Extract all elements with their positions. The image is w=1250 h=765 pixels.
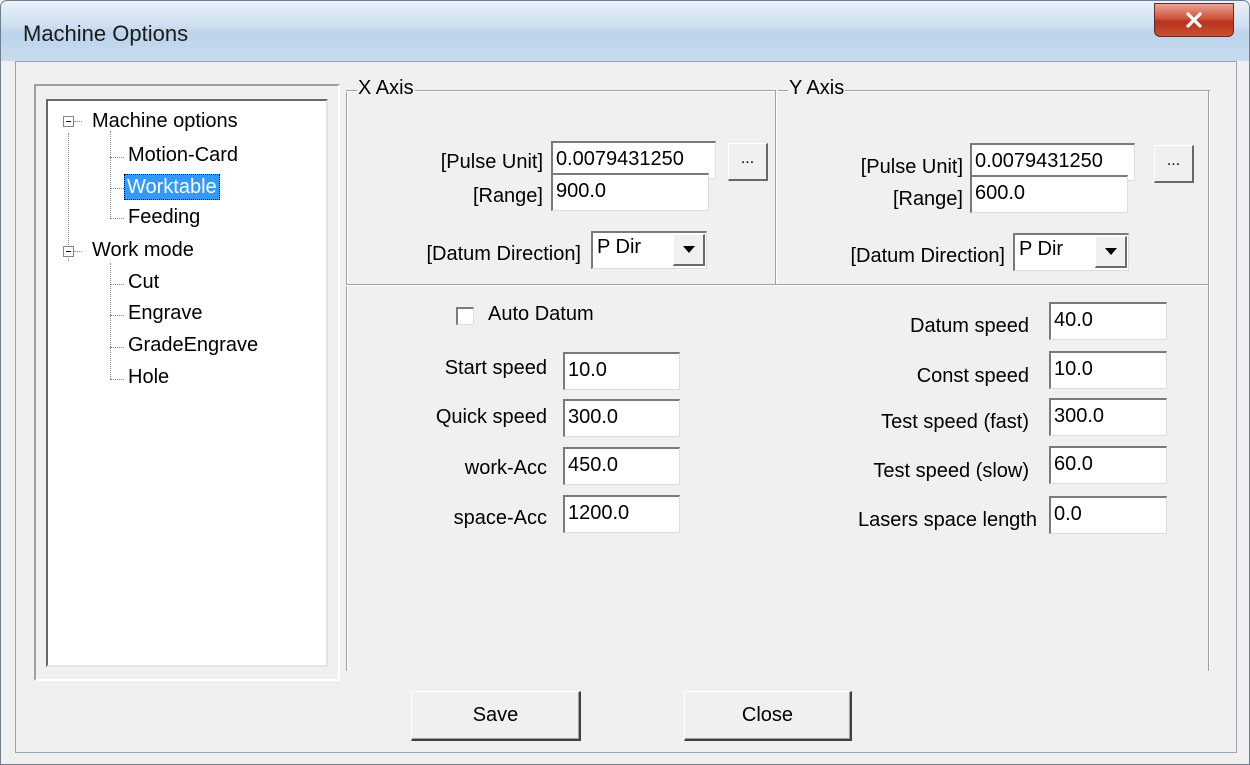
tree-node-machine-options[interactable]: Machine options — [92, 108, 238, 134]
tree-connector — [110, 218, 124, 219]
window-title: Machine Options — [23, 21, 189, 46]
space-acc-input[interactable]: 1200.0 — [563, 495, 680, 533]
auto-datum-checkbox[interactable] — [456, 307, 474, 325]
tree-node-work-mode[interactable]: Work mode — [92, 237, 194, 263]
tree-node-worktable[interactable]: Worktable — [124, 174, 220, 200]
machine-options-window: Machine Options Machine options Motion-C… — [0, 0, 1250, 765]
window-close-button[interactable] — [1154, 3, 1234, 37]
tree-connector — [110, 157, 124, 158]
tree-connector — [68, 133, 69, 261]
tree-node-cut[interactable]: Cut — [128, 269, 159, 295]
x-datum-direction-label: [Datum Direction] — [426, 243, 582, 265]
y-axis-group-title: Y Axis — [788, 77, 846, 100]
lasers-space-length-input[interactable]: 0.0 — [1049, 496, 1167, 534]
x-range-input[interactable]: 900.0 — [551, 173, 709, 211]
tree-connector — [74, 121, 82, 122]
y-pulse-unit-label: [Pulse Unit] — [860, 156, 963, 178]
y-datum-direction-value: P Dir — [1019, 238, 1064, 260]
start-speed-label: Start speed — [444, 357, 547, 379]
datum-speed-input[interactable]: 40.0 — [1049, 302, 1167, 340]
group-border — [346, 91, 348, 671]
save-button[interactable]: Save — [411, 691, 581, 741]
x-pulse-unit-browse-button[interactable]: ... — [728, 143, 768, 181]
lasers-space-length-label: Lasers space length — [857, 509, 1037, 531]
y-pulse-unit-browse-button[interactable]: ... — [1154, 145, 1194, 183]
close-icon — [1155, 4, 1233, 36]
tree-node-gradeengrave[interactable]: GradeEngrave — [128, 332, 258, 358]
options-tree[interactable]: Machine options Motion-Card Worktable Fe… — [46, 99, 328, 667]
close-button[interactable]: Close — [684, 691, 852, 741]
title-bar[interactable]: Machine Options — [1, 1, 1249, 61]
tree-connector — [110, 284, 124, 285]
chevron-down-icon[interactable] — [1095, 236, 1127, 268]
quick-speed-input[interactable]: 300.0 — [563, 399, 680, 437]
test-speed-fast-label: Test speed (fast) — [881, 411, 1029, 433]
work-acc-input[interactable]: 450.0 — [563, 447, 680, 485]
x-pulse-unit-label: [Pulse Unit] — [440, 151, 543, 173]
tree-node-hole[interactable]: Hole — [128, 364, 169, 390]
tree-node-feeding[interactable]: Feeding — [128, 204, 200, 230]
tree-connector — [110, 347, 124, 348]
y-range-label: [Range] — [892, 188, 963, 210]
tree-connector — [110, 379, 124, 380]
x-axis-group-title: X Axis — [357, 77, 415, 100]
x-range-label: [Range] — [472, 185, 543, 207]
x-datum-direction-value: P Dir — [597, 236, 642, 258]
y-datum-direction-label: [Datum Direction] — [850, 245, 1006, 267]
space-acc-label: space-Acc — [453, 507, 547, 529]
tree-connector — [74, 251, 82, 252]
const-speed-input[interactable]: 10.0 — [1049, 351, 1167, 389]
tree-connector — [110, 131, 111, 219]
test-speed-slow-input[interactable]: 60.0 — [1049, 446, 1167, 484]
auto-datum-label: Auto Datum — [488, 303, 594, 325]
tree-connector — [110, 188, 124, 189]
group-border — [346, 284, 1208, 286]
group-border — [775, 91, 777, 284]
tree-node-motion-card[interactable]: Motion-Card — [128, 142, 238, 168]
const-speed-label: Const speed — [916, 365, 1029, 387]
group-border — [1208, 91, 1210, 671]
collapse-icon[interactable] — [63, 246, 74, 257]
test-speed-slow-label: Test speed (slow) — [873, 460, 1029, 482]
quick-speed-label: Quick speed — [435, 406, 547, 428]
start-speed-input[interactable]: 10.0 — [563, 352, 680, 390]
x-datum-direction-select[interactable]: P Dir — [591, 231, 707, 269]
tree-connector — [110, 263, 111, 379]
datum-speed-label: Datum speed — [910, 315, 1029, 337]
tree-connector — [110, 315, 124, 316]
work-acc-label: work-Acc — [464, 457, 547, 479]
collapse-icon[interactable] — [63, 116, 74, 127]
y-datum-direction-select[interactable]: P Dir — [1013, 233, 1129, 271]
test-speed-fast-input[interactable]: 300.0 — [1049, 398, 1167, 436]
tree-node-engrave[interactable]: Engrave — [128, 300, 203, 326]
chevron-down-icon[interactable] — [673, 234, 705, 266]
y-range-input[interactable]: 600.0 — [970, 175, 1128, 213]
